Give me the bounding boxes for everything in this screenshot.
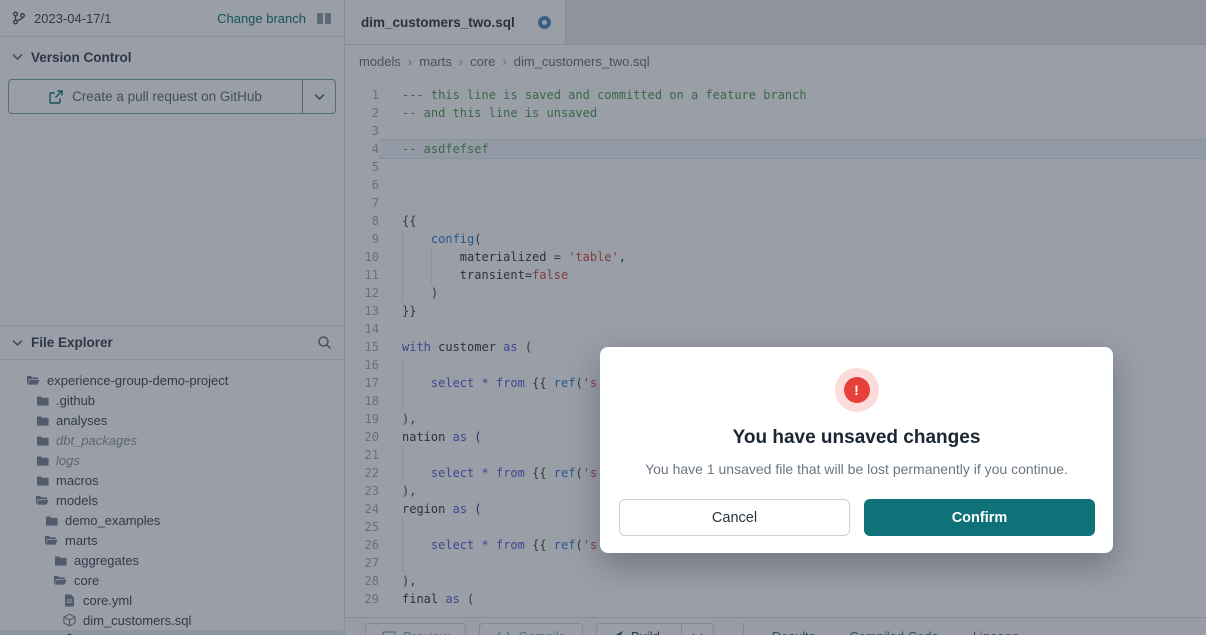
modal-title: You have unsaved changes <box>600 427 1113 449</box>
confirm-button[interactable]: Confirm <box>864 499 1095 536</box>
alert-exclamation-icon: ! <box>844 377 870 403</box>
modal-body-text: You have 1 unsaved file that will be los… <box>600 461 1113 477</box>
cancel-button[interactable]: Cancel <box>619 499 850 536</box>
dbt-ide-window: 2023-04-17/1 Change branch Version Contr… <box>0 0 1206 635</box>
unsaved-changes-modal: ! You have unsaved changes You have 1 un… <box>600 347 1113 553</box>
modal-actions: Cancel Confirm <box>600 499 1113 536</box>
alert-icon-halo: ! <box>835 368 879 412</box>
